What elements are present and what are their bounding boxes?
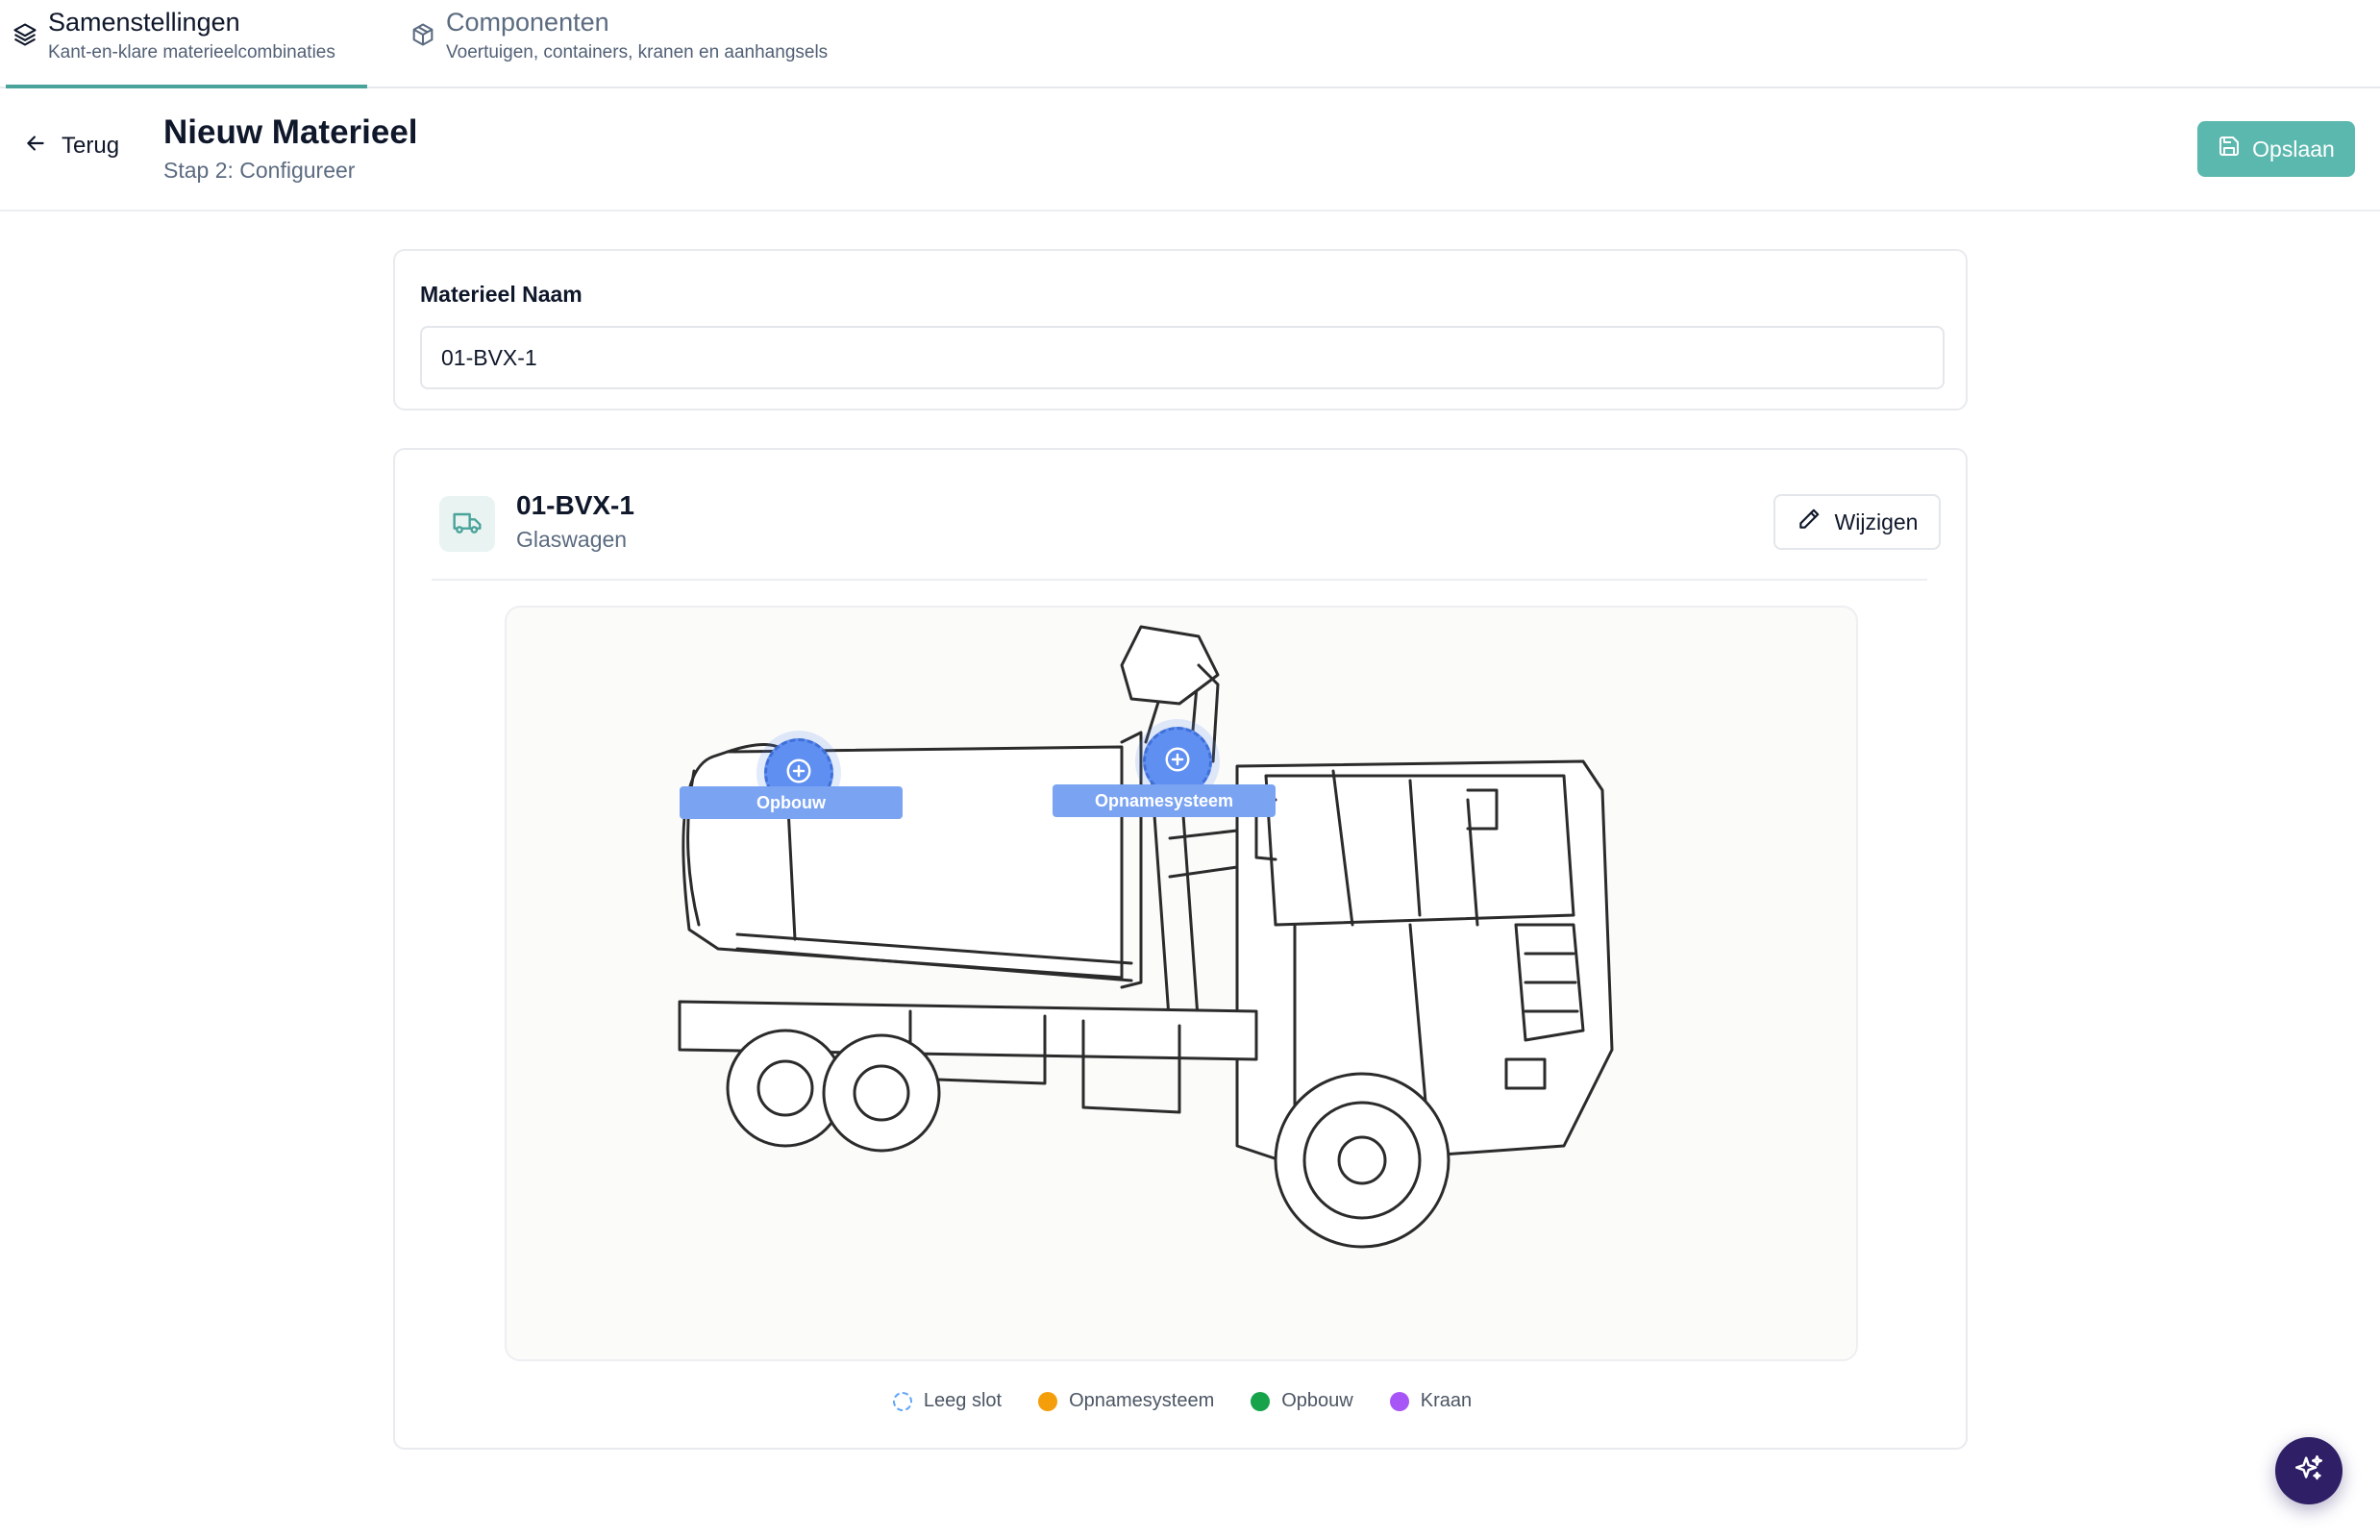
slot-opbouw[interactable]: Opbouw — [680, 738, 920, 825]
tab-componenten[interactable]: Componenten Voertuigen, containers, kran… — [404, 0, 904, 88]
slot-label: Opnamesysteem — [1053, 784, 1276, 817]
tab-subtitle: Voertuigen, containers, kranen en aanhan… — [446, 42, 829, 62]
slot-opnamesysteem[interactable]: Opnamesysteem — [1053, 727, 1289, 817]
legend-label: Kraan — [1420, 1390, 1473, 1411]
page-title: Nieuw Materieel — [163, 113, 418, 151]
tab-title: Componenten — [446, 8, 609, 37]
material-name-input[interactable] — [420, 326, 1945, 389]
material-type: Glaswagen — [516, 527, 628, 552]
arrow-left-icon — [23, 131, 48, 162]
vehicle-canvas: Opbouw Opnamesysteem — [505, 606, 1858, 1361]
legend-label: Opbouw — [1281, 1390, 1353, 1411]
legend-dot-opnamesysteem — [1038, 1391, 1058, 1411]
edit-label: Wijzigen — [1834, 509, 1919, 534]
truck-icon — [452, 507, 483, 542]
slot-legend: Leeg slot Opnamesysteem Opbouw Kraan — [395, 1390, 1970, 1412]
legend-label: Leeg slot — [923, 1390, 1003, 1411]
slot-label: Opbouw — [680, 786, 903, 819]
truck-illustration — [678, 625, 1614, 1249]
package-icon — [409, 21, 436, 48]
ai-assistant-button[interactable] — [2275, 1437, 2343, 1504]
page-header: Terug Nieuw Materieel Stap 2: Configuree… — [0, 88, 2380, 211]
name-card: Materieel Naam — [393, 249, 1968, 410]
material-code: 01-BVX-1 — [516, 490, 634, 520]
tab-samenstellingen[interactable]: Samenstellingen Kant-en-klare materieelc… — [6, 0, 367, 88]
name-label: Materieel Naam — [420, 282, 583, 307]
legend-item: Kraan — [1389, 1390, 1473, 1412]
legend-dot-opbouw — [1251, 1391, 1271, 1411]
legend-dot-kraan — [1389, 1391, 1409, 1411]
layers-icon — [12, 21, 38, 48]
material-card: 01-BVX-1 Glaswagen Wijzigen Opbouw Opnam… — [393, 448, 1968, 1450]
legend-item: Leeg slot — [892, 1390, 1003, 1412]
save-icon — [2218, 135, 2241, 163]
tab-title: Samenstellingen — [48, 8, 240, 37]
edit-button[interactable]: Wijzigen — [1773, 494, 1941, 550]
tab-subtitle: Kant-en-klare materieelcombinaties — [48, 42, 335, 62]
save-button[interactable]: Opslaan — [2197, 121, 2355, 177]
plus-circle-icon — [1163, 745, 1192, 779]
back-label: Terug — [62, 133, 120, 159]
legend-dot-empty — [892, 1391, 912, 1411]
pencil-icon — [1797, 507, 1822, 537]
legend-label: Opnamesysteem — [1069, 1390, 1215, 1411]
sparkles-icon — [2293, 1453, 2325, 1490]
truck-badge — [439, 496, 495, 552]
save-label: Opslaan — [2252, 136, 2335, 161]
page-step: Stap 2: Configureer — [163, 158, 356, 183]
top-tabs: Samenstellingen Kant-en-klare materieelc… — [0, 0, 2380, 88]
legend-item: Opbouw — [1251, 1390, 1353, 1412]
legend-item: Opnamesysteem — [1038, 1390, 1214, 1412]
material-card-header: 01-BVX-1 Glaswagen Wijzigen — [432, 488, 1941, 581]
plus-circle-icon — [784, 757, 813, 790]
back-button[interactable]: Terug — [23, 129, 119, 163]
